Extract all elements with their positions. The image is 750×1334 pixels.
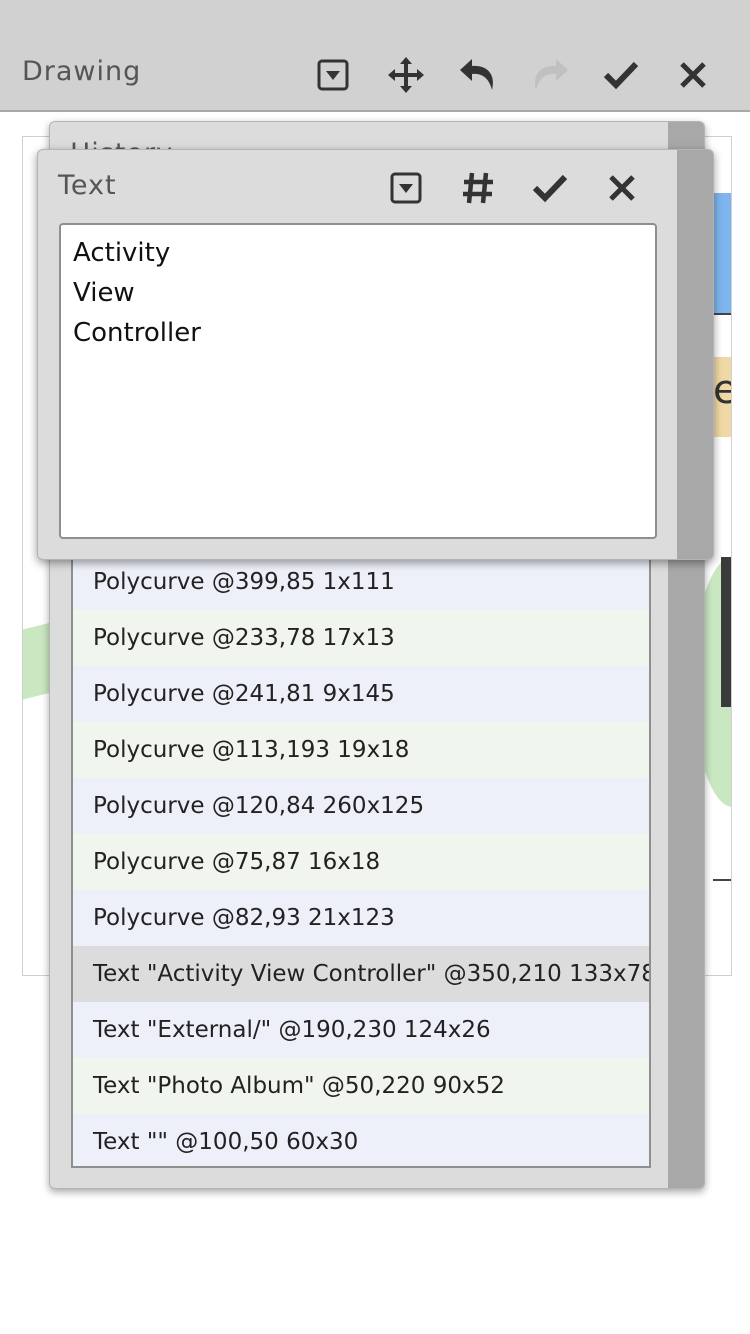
history-row[interactable]: Polycurve @233,78 17x13 bbox=[73, 610, 649, 666]
history-row[interactable]: Polycurve @75,87 16x18 bbox=[73, 834, 649, 890]
history-row[interactable]: Polycurve @120,84 260x125 bbox=[73, 778, 649, 834]
canvas-shape-dark bbox=[721, 557, 731, 707]
move-icon[interactable] bbox=[383, 52, 429, 98]
redo-icon bbox=[527, 52, 573, 98]
text-dialog: Text Activity View Controller bbox=[37, 149, 714, 560]
history-row[interactable]: Polycurve @241,81 9x145 bbox=[73, 666, 649, 722]
check-icon[interactable] bbox=[528, 166, 572, 210]
canvas-line bbox=[713, 879, 731, 881]
history-row[interactable]: Text "External/" @190,230 124x26 bbox=[73, 1002, 649, 1058]
history-row[interactable]: Text "Photo Album" @50,220 90x52 bbox=[73, 1058, 649, 1114]
dropdown-icon[interactable] bbox=[310, 52, 356, 98]
canvas-line bbox=[713, 313, 731, 315]
history-row[interactable]: Polycurve @113,193 19x18 bbox=[73, 722, 649, 778]
history-row[interactable]: Polycurve @82,93 21x123 bbox=[73, 890, 649, 946]
text-dialog-scrollbar[interactable] bbox=[677, 150, 713, 559]
close-icon[interactable] bbox=[670, 52, 716, 98]
text-dialog-title: Text bbox=[58, 170, 117, 201]
history-row[interactable]: Polycurve @399,85 1x111 bbox=[73, 554, 649, 610]
canvas-shape-yellow: e bbox=[713, 357, 731, 437]
canvas-fragment-text: e bbox=[713, 367, 731, 413]
canvas-shape-blue bbox=[713, 193, 731, 313]
check-icon[interactable] bbox=[598, 52, 644, 98]
history-row[interactable]: Text "" @100,50 60x30 bbox=[73, 1114, 649, 1166]
text-line: View bbox=[73, 278, 135, 308]
toolbar-title: Drawing bbox=[22, 56, 142, 87]
text-input-area[interactable]: Activity View Controller bbox=[59, 223, 657, 539]
top-toolbar: Drawing bbox=[0, 0, 750, 112]
close-icon[interactable] bbox=[600, 166, 644, 210]
history-rows: Polycurve @392,189 17x13Polycurve @399,8… bbox=[73, 498, 649, 1166]
text-line: Activity bbox=[73, 238, 171, 268]
history-row[interactable]: Text "Activity View Controller" @350,210… bbox=[73, 946, 649, 1002]
dropdown-icon[interactable] bbox=[384, 166, 428, 210]
undo-icon[interactable] bbox=[455, 52, 501, 98]
text-line: Controller bbox=[73, 318, 201, 348]
hash-icon[interactable] bbox=[456, 166, 500, 210]
